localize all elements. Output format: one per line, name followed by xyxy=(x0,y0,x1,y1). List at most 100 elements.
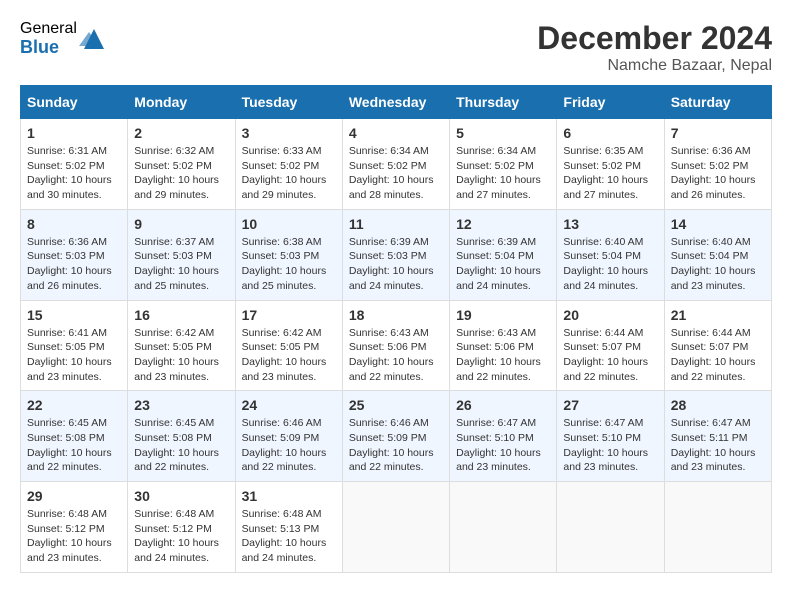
table-row: 7 Sunrise: 6:36 AMSunset: 5:02 PMDaylight… xyxy=(664,119,771,210)
table-row: 28 Sunrise: 6:47 AMSunset: 5:11 PMDayligh… xyxy=(664,391,771,482)
table-row: 25 Sunrise: 6:46 AMSunset: 5:09 PMDayligh… xyxy=(342,391,449,482)
table-row: 31 Sunrise: 6:48 AMSunset: 5:13 PMDayligh… xyxy=(235,482,342,573)
day-number: 27 xyxy=(563,397,657,413)
logo-text: General Blue xyxy=(20,20,77,57)
day-number: 7 xyxy=(671,125,765,141)
day-number: 15 xyxy=(27,307,121,323)
day-number: 30 xyxy=(134,488,228,504)
table-row xyxy=(450,482,557,573)
table-row: 15 Sunrise: 6:41 AMSunset: 5:05 PMDayligh… xyxy=(21,300,128,391)
day-number: 28 xyxy=(671,397,765,413)
day-info: Sunrise: 6:48 AMSunset: 5:13 PMDaylight:… xyxy=(242,507,336,566)
day-info: Sunrise: 6:45 AMSunset: 5:08 PMDaylight:… xyxy=(134,416,228,475)
day-info: Sunrise: 6:46 AMSunset: 5:09 PMDaylight:… xyxy=(349,416,443,475)
day-info: Sunrise: 6:47 AMSunset: 5:11 PMDaylight:… xyxy=(671,416,765,475)
day-info: Sunrise: 6:40 AMSunset: 5:04 PMDaylight:… xyxy=(671,235,765,294)
day-info: Sunrise: 6:47 AMSunset: 5:10 PMDaylight:… xyxy=(456,416,550,475)
table-row xyxy=(557,482,664,573)
table-row: 21 Sunrise: 6:44 AMSunset: 5:07 PMDayligh… xyxy=(664,300,771,391)
day-number: 6 xyxy=(563,125,657,141)
day-info: Sunrise: 6:44 AMSunset: 5:07 PMDaylight:… xyxy=(671,326,765,385)
logo-icon xyxy=(79,24,109,54)
day-info: Sunrise: 6:31 AMSunset: 5:02 PMDaylight:… xyxy=(27,144,121,203)
day-number: 10 xyxy=(242,216,336,232)
day-number: 19 xyxy=(456,307,550,323)
logo: General Blue xyxy=(20,20,109,57)
day-info: Sunrise: 6:41 AMSunset: 5:05 PMDaylight:… xyxy=(27,326,121,385)
col-friday: Friday xyxy=(557,86,664,119)
table-row: 17 Sunrise: 6:42 AMSunset: 5:05 PMDayligh… xyxy=(235,300,342,391)
table-row: 20Sunrise: 6:44 AMSunset: 5:07 PMDayligh… xyxy=(557,300,664,391)
table-row: 16 Sunrise: 6:42 AMSunset: 5:05 PMDayligh… xyxy=(128,300,235,391)
day-info: Sunrise: 6:32 AMSunset: 5:02 PMDaylight:… xyxy=(134,144,228,203)
col-saturday: Saturday xyxy=(664,86,771,119)
table-row: 12Sunrise: 6:39 AMSunset: 5:04 PMDayligh… xyxy=(450,209,557,300)
table-row: 23Sunrise: 6:45 AMSunset: 5:08 PMDayligh… xyxy=(128,391,235,482)
day-info: Sunrise: 6:48 AMSunset: 5:12 PMDaylight:… xyxy=(134,507,228,566)
day-number: 31 xyxy=(242,488,336,504)
location: Namche Bazaar, Nepal xyxy=(537,57,772,75)
day-info: Sunrise: 6:37 AMSunset: 5:03 PMDaylight:… xyxy=(134,235,228,294)
col-thursday: Thursday xyxy=(450,86,557,119)
table-row: 3 Sunrise: 6:33 AMSunset: 5:02 PMDaylight… xyxy=(235,119,342,210)
calendar-body: 1 Sunrise: 6:31 AMSunset: 5:02 PMDaylight… xyxy=(21,119,772,573)
day-info: Sunrise: 6:43 AMSunset: 5:06 PMDaylight:… xyxy=(456,326,550,385)
day-info: Sunrise: 6:33 AMSunset: 5:02 PMDaylight:… xyxy=(242,144,336,203)
month-title: December 2024 xyxy=(537,20,772,57)
table-row: 26 Sunrise: 6:47 AMSunset: 5:10 PMDayligh… xyxy=(450,391,557,482)
day-number: 1 xyxy=(27,125,121,141)
col-monday: Monday xyxy=(128,86,235,119)
day-number: 18 xyxy=(349,307,443,323)
day-info: Sunrise: 6:42 AMSunset: 5:05 PMDaylight:… xyxy=(242,326,336,385)
day-number: 26 xyxy=(456,397,550,413)
day-info: Sunrise: 6:48 AMSunset: 5:12 PMDaylight:… xyxy=(27,507,121,566)
day-number: 29 xyxy=(27,488,121,504)
day-number: 21 xyxy=(671,307,765,323)
table-row: 27 Sunrise: 6:47 AMSunset: 5:10 PMDayligh… xyxy=(557,391,664,482)
day-info: Sunrise: 6:34 AMSunset: 5:02 PMDaylight:… xyxy=(349,144,443,203)
table-row: 5 Sunrise: 6:34 AMSunset: 5:02 PMDaylight… xyxy=(450,119,557,210)
table-row: 19 Sunrise: 6:43 AMSunset: 5:06 PMDayligh… xyxy=(450,300,557,391)
day-number: 5 xyxy=(456,125,550,141)
logo-blue: Blue xyxy=(20,38,77,58)
day-number: 25 xyxy=(349,397,443,413)
table-row: 14 Sunrise: 6:40 AMSunset: 5:04 PMDayligh… xyxy=(664,209,771,300)
col-sunday: Sunday xyxy=(21,86,128,119)
table-row: 1 Sunrise: 6:31 AMSunset: 5:02 PMDaylight… xyxy=(21,119,128,210)
day-number: 12 xyxy=(456,216,550,232)
table-row: 2 Sunrise: 6:32 AMSunset: 5:02 PMDaylight… xyxy=(128,119,235,210)
day-number: 20 xyxy=(563,307,657,323)
day-info: Sunrise: 6:36 AMSunset: 5:02 PMDaylight:… xyxy=(671,144,765,203)
day-number: 4 xyxy=(349,125,443,141)
day-info: Sunrise: 6:43 AMSunset: 5:06 PMDaylight:… xyxy=(349,326,443,385)
day-number: 22 xyxy=(27,397,121,413)
table-row: 30 Sunrise: 6:48 AMSunset: 5:12 PMDayligh… xyxy=(128,482,235,573)
day-info: Sunrise: 6:35 AMSunset: 5:02 PMDaylight:… xyxy=(563,144,657,203)
table-row: 8Sunrise: 6:36 AMSunset: 5:03 PMDaylight… xyxy=(21,209,128,300)
calendar-header: Sunday Monday Tuesday Wednesday Thursday… xyxy=(21,86,772,119)
day-number: 13 xyxy=(563,216,657,232)
day-number: 3 xyxy=(242,125,336,141)
table-row: 10 Sunrise: 6:38 AMSunset: 5:03 PMDayligh… xyxy=(235,209,342,300)
col-tuesday: Tuesday xyxy=(235,86,342,119)
day-number: 16 xyxy=(134,307,228,323)
day-number: 17 xyxy=(242,307,336,323)
day-number: 11 xyxy=(349,216,443,232)
table-row xyxy=(664,482,771,573)
day-info: Sunrise: 6:39 AMSunset: 5:03 PMDaylight:… xyxy=(349,235,443,294)
day-number: 24 xyxy=(242,397,336,413)
day-info: Sunrise: 6:42 AMSunset: 5:05 PMDaylight:… xyxy=(134,326,228,385)
col-wednesday: Wednesday xyxy=(342,86,449,119)
logo-general: General xyxy=(20,20,77,38)
table-row: 29 Sunrise: 6:48 AMSunset: 5:12 PMDayligh… xyxy=(21,482,128,573)
day-info: Sunrise: 6:34 AMSunset: 5:02 PMDaylight:… xyxy=(456,144,550,203)
day-number: 2 xyxy=(134,125,228,141)
table-row: 22 Sunrise: 6:45 AMSunset: 5:08 PMDayligh… xyxy=(21,391,128,482)
table-row: 18 Sunrise: 6:43 AMSunset: 5:06 PMDayligh… xyxy=(342,300,449,391)
day-info: Sunrise: 6:45 AMSunset: 5:08 PMDaylight:… xyxy=(27,416,121,475)
day-number: 14 xyxy=(671,216,765,232)
day-info: Sunrise: 6:47 AMSunset: 5:10 PMDaylight:… xyxy=(563,416,657,475)
table-row: 11 Sunrise: 6:39 AMSunset: 5:03 PMDayligh… xyxy=(342,209,449,300)
table-row: 4 Sunrise: 6:34 AMSunset: 5:02 PMDaylight… xyxy=(342,119,449,210)
day-info: Sunrise: 6:38 AMSunset: 5:03 PMDaylight:… xyxy=(242,235,336,294)
